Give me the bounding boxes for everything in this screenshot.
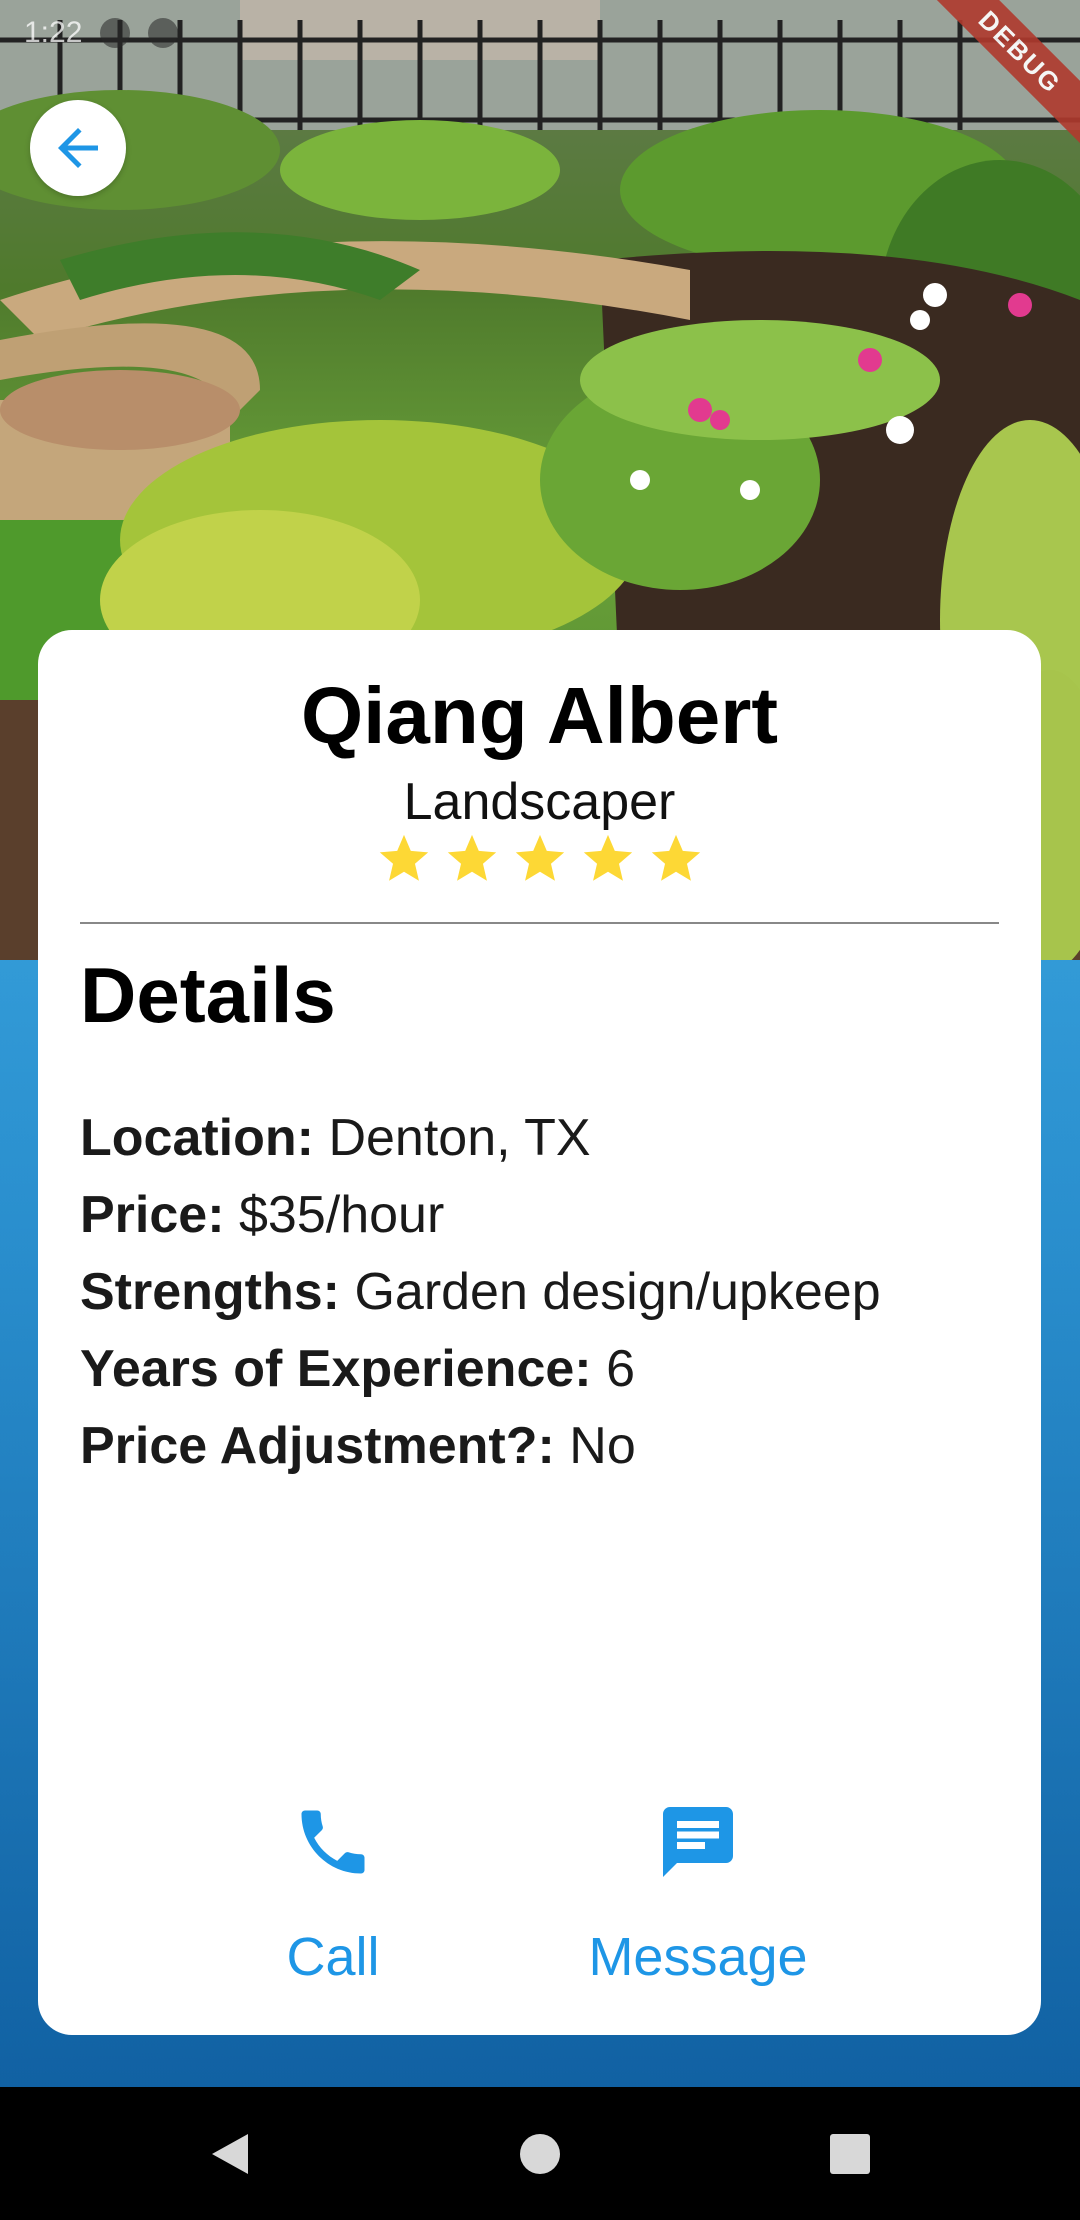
notification-icon bbox=[100, 18, 131, 48]
contact-actions: Call Message bbox=[38, 1800, 1041, 2000]
phone-icon bbox=[301, 1810, 365, 1874]
arrow-left-icon bbox=[58, 128, 98, 168]
star-icon bbox=[447, 834, 496, 881]
message-button[interactable]: Message bbox=[548, 1800, 848, 1988]
back-icon bbox=[212, 2133, 248, 2174]
provider-name: Qiang Albert bbox=[300, 671, 779, 760]
divider bbox=[80, 922, 999, 924]
detail-location: Location: Denton, TX bbox=[80, 1100, 999, 1177]
status-bar: 1:22 bbox=[0, 0, 1080, 66]
nav-back-button[interactable] bbox=[190, 2087, 270, 2220]
system-nav-bar bbox=[0, 2087, 1080, 2220]
star-icon bbox=[651, 834, 700, 881]
star-icon bbox=[515, 834, 564, 881]
profile-card: Qiang Albert Landscaper Details Location… bbox=[38, 630, 1041, 2035]
detail-label: Strengths: bbox=[80, 1263, 340, 1321]
detail-value: Denton, TX bbox=[328, 1109, 591, 1167]
detail-label: Price: bbox=[80, 1186, 225, 1244]
recents-icon bbox=[830, 2133, 870, 2174]
detail-label: Price Adjustment?: bbox=[80, 1417, 555, 1475]
detail-price-adjustment: Price Adjustment?: No bbox=[80, 1408, 999, 1485]
detail-experience: Years of Experience: 6 bbox=[80, 1331, 999, 1408]
detail-price: Price: $35/hour bbox=[80, 1177, 999, 1254]
detail-value: 6 bbox=[606, 1340, 635, 1398]
sync-icon bbox=[148, 18, 179, 48]
detail-value: No bbox=[569, 1417, 636, 1475]
detail-value: $35/hour bbox=[238, 1186, 445, 1244]
provider-role: Landscaper bbox=[403, 773, 676, 831]
detail-strengths: Strengths: Garden design/upkeep bbox=[80, 1254, 999, 1331]
message-icon bbox=[663, 1807, 733, 1877]
rating-stars bbox=[38, 830, 1041, 888]
status-time: 1:22 bbox=[24, 16, 83, 49]
star-icon bbox=[379, 834, 428, 881]
call-button[interactable]: Call bbox=[183, 1800, 483, 1988]
details-list: Location: Denton, TX Price: $35/hour Str… bbox=[80, 1100, 999, 1485]
detail-label: Years of Experience: bbox=[80, 1340, 592, 1398]
nav-home-button[interactable] bbox=[500, 2087, 580, 2220]
call-label: Call bbox=[286, 1927, 380, 1987]
detail-value: Garden design/upkeep bbox=[354, 1263, 881, 1321]
message-label: Message bbox=[588, 1927, 808, 1987]
star-icon bbox=[583, 834, 632, 881]
detail-label: Location: bbox=[80, 1109, 314, 1167]
back-button[interactable] bbox=[30, 100, 126, 196]
details-heading: Details bbox=[80, 951, 336, 1039]
home-icon bbox=[520, 2133, 560, 2174]
nav-recents-button[interactable] bbox=[810, 2087, 890, 2220]
